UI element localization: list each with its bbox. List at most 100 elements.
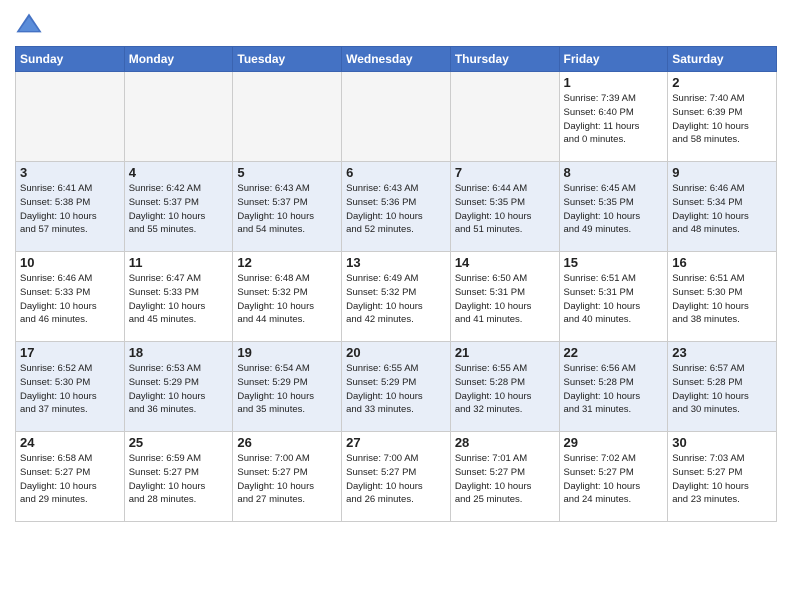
day-info: Sunrise: 6:43 AM Sunset: 5:36 PM Dayligh… — [346, 182, 446, 237]
day-info: Sunrise: 6:44 AM Sunset: 5:35 PM Dayligh… — [455, 182, 555, 237]
calendar-cell: 23 Sunrise: 6:57 AM Sunset: 5:28 PM Dayli… — [668, 342, 777, 432]
weekday-header-monday: Monday — [124, 47, 233, 72]
day-info: Sunrise: 6:56 AM Sunset: 5:28 PM Dayligh… — [564, 362, 664, 417]
day-info: Sunrise: 6:50 AM Sunset: 5:31 PM Dayligh… — [455, 272, 555, 327]
calendar-week-2: 10Sunrise: 6:46 AM Sunset: 5:33 PM Dayli… — [16, 252, 777, 342]
calendar-cell: 20 Sunrise: 6:55 AM Sunset: 5:29 PM Dayli… — [342, 342, 451, 432]
page: SundayMondayTuesdayWednesdayThursdayFrid… — [0, 0, 792, 612]
day-info: Sunrise: 6:48 AM Sunset: 5:32 PM Dayligh… — [237, 272, 337, 327]
day-number: 12 — [237, 255, 337, 270]
day-info: Sunrise: 6:55 AM Sunset: 5:28 PM Dayligh… — [455, 362, 555, 417]
calendar-cell: 30 Sunrise: 7:03 AM Sunset: 5:27 PM Dayli… — [668, 432, 777, 522]
day-info: Sunrise: 6:55 AM Sunset: 5:29 PM Dayligh… — [346, 362, 446, 417]
day-number: 29 — [564, 435, 664, 450]
calendar-cell: 5 Sunrise: 6:43 AM Sunset: 5:37 PM Daylig… — [233, 162, 342, 252]
calendar-cell: 28 Sunrise: 7:01 AM Sunset: 5:27 PM Dayli… — [450, 432, 559, 522]
day-info: Sunrise: 6:47 AM Sunset: 5:33 PM Dayligh… — [129, 272, 229, 327]
calendar-cell: 3Sunrise: 6:41 AM Sunset: 5:38 PM Daylig… — [16, 162, 125, 252]
calendar-cell — [450, 72, 559, 162]
day-number: 23 — [672, 345, 772, 360]
day-number: 10 — [20, 255, 120, 270]
day-info: Sunrise: 7:40 AM Sunset: 6:39 PM Dayligh… — [672, 92, 772, 147]
calendar-cell: 24Sunrise: 6:58 AM Sunset: 5:27 PM Dayli… — [16, 432, 125, 522]
day-info: Sunrise: 7:39 AM Sunset: 6:40 PM Dayligh… — [564, 92, 664, 147]
day-number: 5 — [237, 165, 337, 180]
calendar-cell: 11 Sunrise: 6:47 AM Sunset: 5:33 PM Dayli… — [124, 252, 233, 342]
day-number: 22 — [564, 345, 664, 360]
calendar-cell — [16, 72, 125, 162]
calendar-cell — [342, 72, 451, 162]
weekday-header-sunday: Sunday — [16, 47, 125, 72]
logo — [15, 10, 47, 38]
day-info: Sunrise: 7:03 AM Sunset: 5:27 PM Dayligh… — [672, 452, 772, 507]
day-info: Sunrise: 7:00 AM Sunset: 5:27 PM Dayligh… — [346, 452, 446, 507]
calendar-cell: 16 Sunrise: 6:51 AM Sunset: 5:30 PM Dayli… — [668, 252, 777, 342]
weekday-header-thursday: Thursday — [450, 47, 559, 72]
calendar-cell: 17 Sunrise: 6:52 AM Sunset: 5:30 PM Dayli… — [16, 342, 125, 432]
day-info: Sunrise: 6:53 AM Sunset: 5:29 PM Dayligh… — [129, 362, 229, 417]
day-info: Sunrise: 7:00 AM Sunset: 5:27 PM Dayligh… — [237, 452, 337, 507]
day-info: Sunrise: 6:49 AM Sunset: 5:32 PM Dayligh… — [346, 272, 446, 327]
day-number: 13 — [346, 255, 446, 270]
day-number: 11 — [129, 255, 229, 270]
day-number: 14 — [455, 255, 555, 270]
day-number: 8 — [564, 165, 664, 180]
day-info: Sunrise: 7:01 AM Sunset: 5:27 PM Dayligh… — [455, 452, 555, 507]
calendar-cell: 2 Sunrise: 7:40 AM Sunset: 6:39 PM Daylig… — [668, 72, 777, 162]
calendar-cell: 14 Sunrise: 6:50 AM Sunset: 5:31 PM Dayli… — [450, 252, 559, 342]
day-info: Sunrise: 6:51 AM Sunset: 5:30 PM Dayligh… — [672, 272, 772, 327]
day-info: Sunrise: 6:59 AM Sunset: 5:27 PM Dayligh… — [129, 452, 229, 507]
day-number: 1 — [564, 75, 664, 90]
calendar-cell: 6 Sunrise: 6:43 AM Sunset: 5:36 PM Daylig… — [342, 162, 451, 252]
calendar-cell: 26 Sunrise: 7:00 AM Sunset: 5:27 PM Dayli… — [233, 432, 342, 522]
calendar-cell — [124, 72, 233, 162]
day-info: Sunrise: 7:02 AM Sunset: 5:27 PM Dayligh… — [564, 452, 664, 507]
day-number: 16 — [672, 255, 772, 270]
calendar-week-1: 3Sunrise: 6:41 AM Sunset: 5:38 PM Daylig… — [16, 162, 777, 252]
day-number: 18 — [129, 345, 229, 360]
day-number: 3 — [20, 165, 120, 180]
day-number: 19 — [237, 345, 337, 360]
day-number: 27 — [346, 435, 446, 450]
calendar-cell: 4Sunrise: 6:42 AM Sunset: 5:37 PM Daylig… — [124, 162, 233, 252]
weekday-header-saturday: Saturday — [668, 47, 777, 72]
day-info: Sunrise: 6:54 AM Sunset: 5:29 PM Dayligh… — [237, 362, 337, 417]
day-number: 30 — [672, 435, 772, 450]
calendar-cell: 8 Sunrise: 6:45 AM Sunset: 5:35 PM Daylig… — [559, 162, 668, 252]
calendar-week-3: 17 Sunrise: 6:52 AM Sunset: 5:30 PM Dayli… — [16, 342, 777, 432]
day-info: Sunrise: 6:57 AM Sunset: 5:28 PM Dayligh… — [672, 362, 772, 417]
day-number: 6 — [346, 165, 446, 180]
logo-icon — [15, 10, 43, 38]
day-number: 9 — [672, 165, 772, 180]
calendar-cell: 29 Sunrise: 7:02 AM Sunset: 5:27 PM Dayli… — [559, 432, 668, 522]
day-number: 2 — [672, 75, 772, 90]
calendar-cell: 15 Sunrise: 6:51 AM Sunset: 5:31 PM Dayli… — [559, 252, 668, 342]
day-number: 21 — [455, 345, 555, 360]
calendar-cell: 10Sunrise: 6:46 AM Sunset: 5:33 PM Dayli… — [16, 252, 125, 342]
day-info: Sunrise: 6:43 AM Sunset: 5:37 PM Dayligh… — [237, 182, 337, 237]
calendar-header-row: SundayMondayTuesdayWednesdayThursdayFrid… — [16, 47, 777, 72]
day-number: 26 — [237, 435, 337, 450]
day-number: 20 — [346, 345, 446, 360]
calendar-cell: 22 Sunrise: 6:56 AM Sunset: 5:28 PM Dayli… — [559, 342, 668, 432]
weekday-header-tuesday: Tuesday — [233, 47, 342, 72]
day-info: Sunrise: 6:52 AM Sunset: 5:30 PM Dayligh… — [20, 362, 120, 417]
calendar-week-0: 1 Sunrise: 7:39 AM Sunset: 6:40 PM Daylig… — [16, 72, 777, 162]
calendar-cell: 27 Sunrise: 7:00 AM Sunset: 5:27 PM Dayli… — [342, 432, 451, 522]
day-number: 15 — [564, 255, 664, 270]
calendar-cell — [233, 72, 342, 162]
day-info: Sunrise: 6:45 AM Sunset: 5:35 PM Dayligh… — [564, 182, 664, 237]
calendar-cell: 9 Sunrise: 6:46 AM Sunset: 5:34 PM Daylig… — [668, 162, 777, 252]
day-number: 17 — [20, 345, 120, 360]
calendar-cell: 18 Sunrise: 6:53 AM Sunset: 5:29 PM Dayli… — [124, 342, 233, 432]
day-info: Sunrise: 6:42 AM Sunset: 5:37 PM Dayligh… — [129, 182, 229, 237]
day-number: 28 — [455, 435, 555, 450]
calendar-cell: 19 Sunrise: 6:54 AM Sunset: 5:29 PM Dayli… — [233, 342, 342, 432]
calendar-cell: 1 Sunrise: 7:39 AM Sunset: 6:40 PM Daylig… — [559, 72, 668, 162]
calendar-cell: 7Sunrise: 6:44 AM Sunset: 5:35 PM Daylig… — [450, 162, 559, 252]
calendar-week-4: 24Sunrise: 6:58 AM Sunset: 5:27 PM Dayli… — [16, 432, 777, 522]
weekday-header-wednesday: Wednesday — [342, 47, 451, 72]
day-info: Sunrise: 6:46 AM Sunset: 5:34 PM Dayligh… — [672, 182, 772, 237]
day-info: Sunrise: 6:51 AM Sunset: 5:31 PM Dayligh… — [564, 272, 664, 327]
day-number: 25 — [129, 435, 229, 450]
